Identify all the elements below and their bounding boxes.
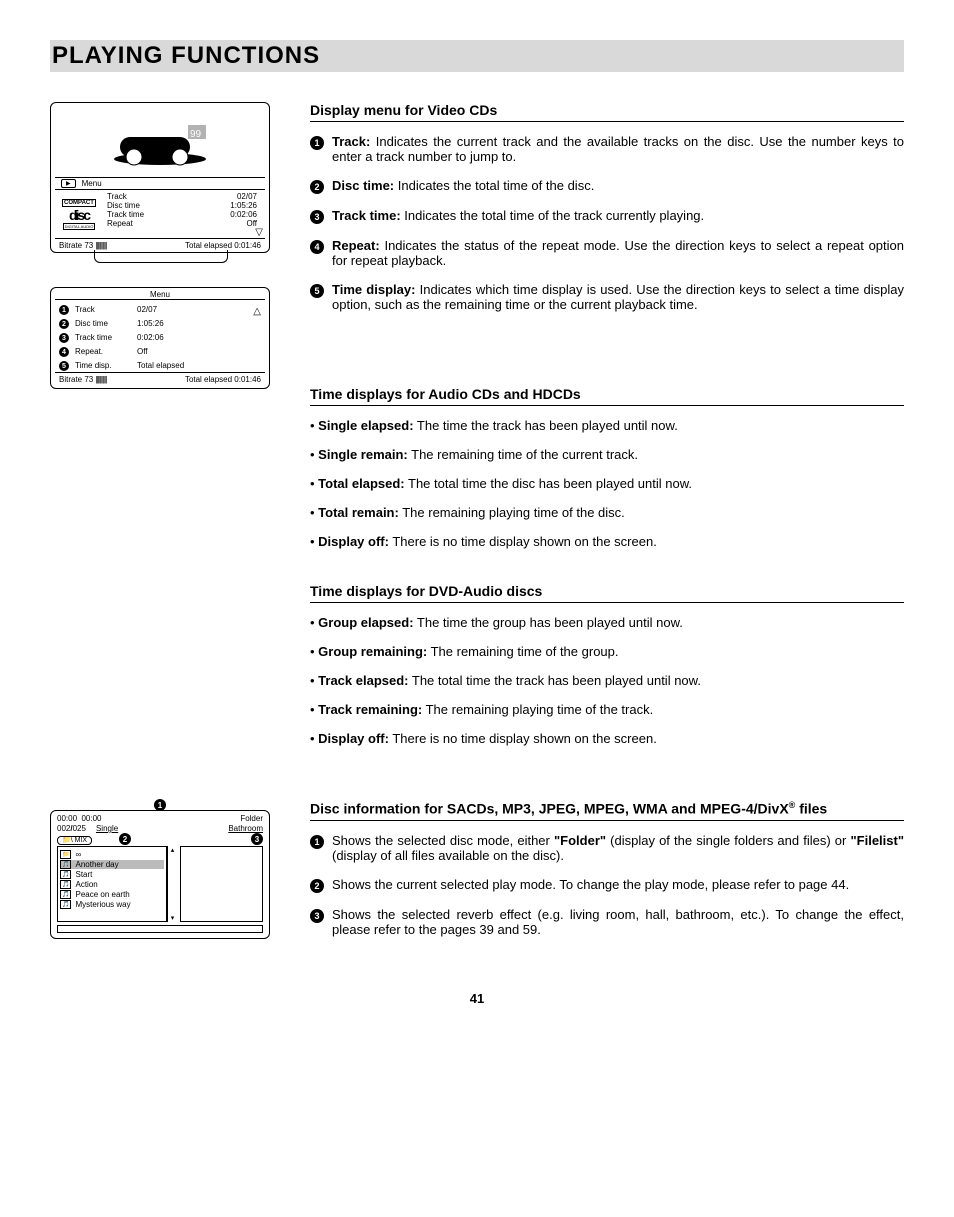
fig3-list-item: 🎵Another day xyxy=(60,860,164,869)
fig1-row-value: 0:02:06 xyxy=(230,210,257,219)
fig3-list-item: 🎵Mysterious way xyxy=(60,900,164,909)
audiocd-item: Single remain: The remaining time of the… xyxy=(310,447,904,462)
down-triangle-icon: ▽ xyxy=(255,227,263,238)
text-col-1: Display menu for Video CDs 1Track: Indic… xyxy=(310,102,904,760)
zoom-connector xyxy=(50,259,270,281)
page-number: 41 xyxy=(50,991,904,1006)
fig3-playmode: Single xyxy=(96,824,118,833)
discinfo-item: 3Shows the selected reverb effect (e.g. … xyxy=(310,907,904,937)
vcd-item: 5Time display: Indicates which time disp… xyxy=(310,282,904,312)
fig1-row-value: 02/07 xyxy=(237,192,257,201)
dvdaudio-item: Track remaining: The remaining playing t… xyxy=(310,702,904,717)
text-col-2: Disc information for SACDs, MP3, JPEG, M… xyxy=(310,800,904,951)
fig2-row: 3Track time0:02:06 xyxy=(51,330,269,344)
page-title-bar: PLAYING FUNCTIONS xyxy=(50,40,904,72)
dvdaudio-item: Group remaining: The remaining time of t… xyxy=(310,644,904,659)
fig3-preview-pane xyxy=(180,846,263,922)
dvdaudio-item: Group elapsed: The time the group has be… xyxy=(310,615,904,630)
car-artwork: 99 99 xyxy=(55,107,265,178)
fig3-list-item: 🎵Start xyxy=(60,870,164,879)
section-heading-discinfo: Disc information for SACDs, MP3, JPEG, M… xyxy=(310,800,904,821)
figure-file-browser: 1 2 3 00:00 00:00 Folder 002/025 Single … xyxy=(50,810,270,939)
row-1: 99 99 ▶ Menu COMPACT disc DIGITAL AUDIO … xyxy=(50,102,904,760)
fig2-row: 2Disc time1:05:26 xyxy=(51,316,269,330)
discinfo-item: 2Shows the current selected play mode. T… xyxy=(310,877,904,893)
fig2-row: 4Repeat.Off xyxy=(51,344,269,358)
audiocd-item: Display off: There is no time display sh… xyxy=(310,534,904,549)
fig3-mode: Folder xyxy=(240,814,263,823)
audiocd-item: Single elapsed: The time the track has b… xyxy=(310,418,904,433)
svg-text:99: 99 xyxy=(150,127,162,138)
fig3-list-item: 🎵Action xyxy=(60,880,164,889)
fig1-row-label: Repeat xyxy=(107,219,133,228)
section-heading-audiocd: Time displays for Audio CDs and HDCDs xyxy=(310,386,904,406)
fig3-list-item: 📁∞ xyxy=(60,850,164,859)
vcd-item: 1Track: Indicates the current track and … xyxy=(310,134,904,164)
fig1-row-label: Track time xyxy=(107,210,144,219)
figures-col-1: 99 99 ▶ Menu COMPACT disc DIGITAL AUDIO … xyxy=(50,102,270,760)
fig2-bitrate: Bitrate 73 xyxy=(59,375,93,384)
up-triangle-icon: △ xyxy=(253,306,261,317)
fig2-elapsed: Total elapsed 0:01:46 xyxy=(185,375,261,384)
play-icon: ▶ xyxy=(61,179,76,188)
callout-1: 1 xyxy=(154,797,166,811)
callout-2: 2 xyxy=(119,831,131,845)
page-title: PLAYING FUNCTIONS xyxy=(52,42,904,70)
discinfo-item: 1Shows the selected disc mode, either "F… xyxy=(310,833,904,863)
callout-3: 3 xyxy=(251,831,263,845)
fig1-row-label: Disc time xyxy=(107,201,140,210)
fig3-progress-bar xyxy=(57,925,263,933)
vcd-item: 2Disc time: Indicates the total time of … xyxy=(310,178,904,194)
fig3-list-item: 🎵Peace on earth xyxy=(60,890,164,899)
fig2-row: 1Track02/07 xyxy=(51,302,269,316)
dvdaudio-item: Display off: There is no time display sh… xyxy=(310,731,904,746)
audiocd-item: Total remain: The remaining playing time… xyxy=(310,505,904,520)
section-heading-vcd: Display menu for Video CDs xyxy=(310,102,904,122)
fig1-menu-label: Menu xyxy=(82,179,102,188)
fig2-row: 5Time disp.Total elapsed xyxy=(51,358,269,372)
figure-osd-zoomed: Menu 1Track02/072Disc time1:05:263Track … xyxy=(50,287,270,389)
section-heading-dvdaudio: Time displays for DVD-Audio discs xyxy=(310,583,904,603)
fig2-menu-label: Menu xyxy=(55,290,265,300)
scrollbar-icon: ▴▾ xyxy=(167,846,176,922)
fig3-file-list: 📁∞🎵Another day🎵Start🎵Action🎵Peace on ear… xyxy=(57,846,167,922)
fig1-elapsed: Total elapsed 0:01:46 xyxy=(185,241,261,250)
dvdaudio-item: Track elapsed: The total time the track … xyxy=(310,673,904,688)
figure-osd-small: 99 99 ▶ Menu COMPACT disc DIGITAL AUDIO … xyxy=(50,102,270,253)
audiocd-item: Total elapsed: The total time the disc h… xyxy=(310,476,904,491)
fig1-row-value: 1:05:26 xyxy=(230,201,257,210)
compact-disc-icon: COMPACT disc DIGITAL AUDIO xyxy=(61,194,97,234)
fig1-row-label: Track xyxy=(107,192,127,201)
row-2: 1 2 3 00:00 00:00 Folder 002/025 Single … xyxy=(50,800,904,951)
figures-col-2: 1 2 3 00:00 00:00 Folder 002/025 Single … xyxy=(50,800,270,951)
vcd-item: 3Track time: Indicates the total time of… xyxy=(310,208,904,224)
svg-text:99: 99 xyxy=(190,129,202,140)
vcd-item: 4Repeat: Indicates the status of the rep… xyxy=(310,238,904,268)
fig1-bitrate: Bitrate 73 xyxy=(59,241,93,250)
